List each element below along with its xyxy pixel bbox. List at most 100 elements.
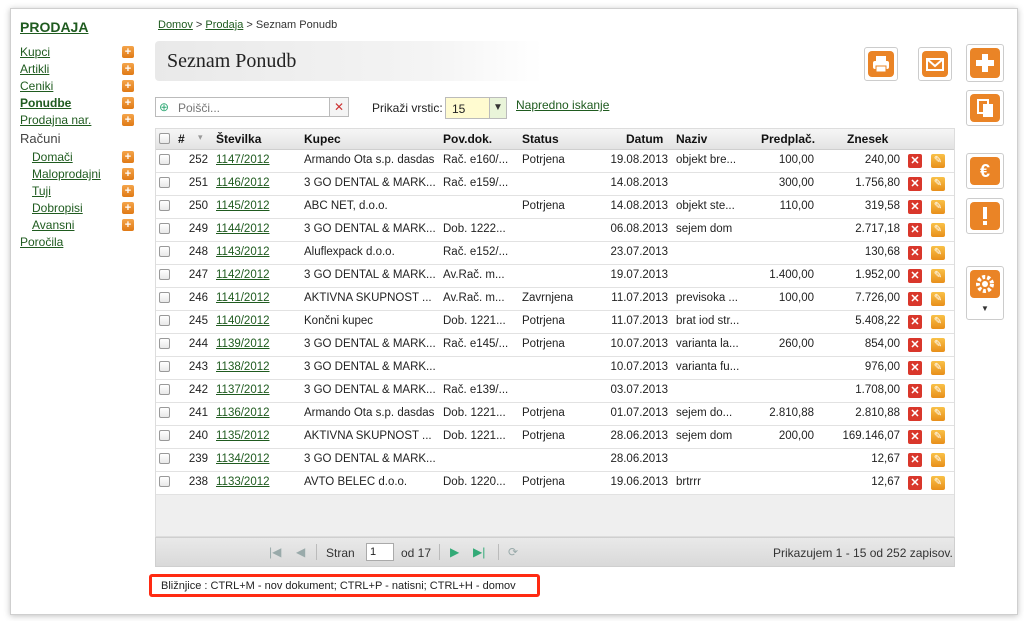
delete-icon[interactable]: ✕ xyxy=(908,154,922,168)
prev-page-icon[interactable]: ◀ xyxy=(296,545,305,559)
cell-stevilka[interactable]: 1141/2012 xyxy=(216,292,296,304)
sidebar-item-ponudbe[interactable]: Ponudbe + xyxy=(20,96,145,113)
delete-icon[interactable]: ✕ xyxy=(908,223,922,237)
sidebar-item-label[interactable]: Kupci xyxy=(20,45,50,59)
delete-icon[interactable]: ✕ xyxy=(908,200,922,214)
delete-icon[interactable]: ✕ xyxy=(908,177,922,191)
cell-stevilka[interactable]: 1136/2012 xyxy=(216,407,296,419)
select-all-checkbox[interactable] xyxy=(159,133,170,144)
edit-icon[interactable]: ✎ xyxy=(931,177,945,191)
sidebar-item-label[interactable]: Ceniki xyxy=(20,79,53,93)
edit-icon[interactable]: ✎ xyxy=(931,154,945,168)
rows-per-page-select[interactable]: 15 ▼ xyxy=(445,97,507,119)
edit-icon[interactable]: ✎ xyxy=(931,407,945,421)
row-checkbox[interactable] xyxy=(159,407,170,418)
delete-icon[interactable]: ✕ xyxy=(908,338,922,352)
sidebar-item-label[interactable]: Tuji xyxy=(32,184,51,198)
add-icon[interactable]: + xyxy=(122,151,134,163)
cell-stevilka[interactable]: 1135/2012 xyxy=(216,430,296,442)
table-row[interactable]: 252 1147/2012 Armando Ota s.p. dasdas Rač. … xyxy=(156,150,954,173)
row-checkbox[interactable] xyxy=(159,269,170,280)
edit-icon[interactable]: ✎ xyxy=(931,338,945,352)
last-page-icon[interactable]: ▶| xyxy=(473,545,485,559)
refresh-icon[interactable]: ⟳ xyxy=(508,545,518,559)
table-row[interactable]: 240 1135/2012 AKTIVNA SKUPNOST ... Dob. 122… xyxy=(156,426,954,449)
cell-stevilka[interactable]: 1133/2012 xyxy=(216,476,296,488)
add-icon[interactable]: + xyxy=(122,97,134,109)
table-row[interactable]: 239 1134/2012 3 GO DENTAL & MARK... 28.06.2… xyxy=(156,449,954,472)
row-checkbox[interactable] xyxy=(159,200,170,211)
warning-button[interactable] xyxy=(966,198,1004,234)
delete-icon[interactable]: ✕ xyxy=(908,246,922,260)
table-row[interactable]: 249 1144/2012 3 GO DENTAL & MARK... Dob. 12… xyxy=(156,219,954,242)
euro-button[interactable]: € xyxy=(966,153,1004,189)
delete-icon[interactable]: ✕ xyxy=(908,315,922,329)
add-icon[interactable]: + xyxy=(122,114,134,126)
edit-icon[interactable]: ✎ xyxy=(931,476,945,490)
add-icon[interactable]: + xyxy=(122,185,134,197)
edit-icon[interactable]: ✎ xyxy=(931,200,945,214)
cell-stevilka[interactable]: 1138/2012 xyxy=(216,361,296,373)
table-row[interactable]: 246 1141/2012 AKTIVNA SKUPNOST ... Av.Rač. … xyxy=(156,288,954,311)
row-checkbox[interactable] xyxy=(159,246,170,257)
next-page-icon[interactable]: ▶ xyxy=(450,545,459,559)
row-checkbox[interactable] xyxy=(159,154,170,165)
table-row[interactable]: 238 1133/2012 AVTO BELEC d.o.o. Dob. 1220..… xyxy=(156,472,954,495)
sidebar-title[interactable]: PRODAJA xyxy=(20,19,145,35)
mail-button[interactable] xyxy=(918,47,952,81)
add-icon[interactable]: + xyxy=(122,63,134,75)
first-page-icon[interactable]: |◀ xyxy=(269,545,281,559)
sidebar-item-artikli[interactable]: Artikli + xyxy=(20,62,145,79)
row-checkbox[interactable] xyxy=(159,338,170,349)
cell-stevilka[interactable]: 1144/2012 xyxy=(216,223,296,235)
page-input[interactable]: 1 xyxy=(366,543,394,561)
sidebar-item-domaci[interactable]: Domači + xyxy=(20,150,145,167)
chevron-down-icon[interactable]: ▼ xyxy=(981,304,989,313)
delete-icon[interactable]: ✕ xyxy=(908,430,922,444)
row-checkbox[interactable] xyxy=(159,177,170,188)
edit-icon[interactable]: ✎ xyxy=(931,430,945,444)
table-row[interactable]: 247 1142/2012 3 GO DENTAL & MARK... Av.Rač.… xyxy=(156,265,954,288)
column-header-datum[interactable]: Datum xyxy=(626,132,663,146)
edit-icon[interactable]: ✎ xyxy=(931,269,945,283)
column-header-znesek[interactable]: Znesek xyxy=(847,132,888,146)
sidebar-item-label[interactable]: Avansni xyxy=(32,218,74,232)
advanced-search-link[interactable]: Napredno iskanje xyxy=(516,98,609,112)
cell-stevilka[interactable]: 1142/2012 xyxy=(216,269,296,281)
sidebar-item-prodajna-nar[interactable]: Prodajna nar. + xyxy=(20,113,145,130)
delete-icon[interactable]: ✕ xyxy=(908,476,922,490)
column-header-number[interactable]: # xyxy=(178,132,185,146)
table-row[interactable]: 250 1145/2012 ABC NET, d.o.o. Potrjena 14.08… xyxy=(156,196,954,219)
edit-icon[interactable]: ✎ xyxy=(931,315,945,329)
row-checkbox[interactable] xyxy=(159,223,170,234)
cell-stevilka[interactable]: 1143/2012 xyxy=(216,246,296,258)
sidebar-item-avansni[interactable]: Avansni + xyxy=(20,218,145,235)
row-checkbox[interactable] xyxy=(159,315,170,326)
row-checkbox[interactable] xyxy=(159,292,170,303)
delete-icon[interactable]: ✕ xyxy=(908,453,922,467)
delete-icon[interactable]: ✕ xyxy=(908,384,922,398)
clear-search-button[interactable]: ✕ xyxy=(329,97,349,117)
print-button[interactable] xyxy=(864,47,898,81)
sidebar-item-label[interactable]: Dobropisi xyxy=(32,201,83,215)
table-row[interactable]: 242 1137/2012 3 GO DENTAL & MARK... Rač. e1… xyxy=(156,380,954,403)
add-icon[interactable]: + xyxy=(122,80,134,92)
row-checkbox[interactable] xyxy=(159,430,170,441)
breadcrumb-home[interactable]: Domov xyxy=(158,19,193,31)
column-header-predplac[interactable]: Predplač. xyxy=(761,132,815,146)
cell-stevilka[interactable]: 1145/2012 xyxy=(216,200,296,212)
sidebar-item-label[interactable]: Artikli xyxy=(20,62,49,76)
add-icon[interactable]: + xyxy=(122,168,134,180)
search-input[interactable] xyxy=(176,100,320,116)
sidebar-item-maloprodajni[interactable]: Maloprodajni + xyxy=(20,167,145,184)
add-icon[interactable]: + xyxy=(122,46,134,58)
column-header-status[interactable]: Status xyxy=(522,132,559,146)
edit-icon[interactable]: ✎ xyxy=(931,384,945,398)
settings-button[interactable]: ▼ xyxy=(966,266,1004,320)
edit-icon[interactable]: ✎ xyxy=(931,292,945,306)
row-checkbox[interactable] xyxy=(159,476,170,487)
cell-stevilka[interactable]: 1147/2012 xyxy=(216,154,296,166)
sidebar-item-label[interactable]: Maloprodajni xyxy=(32,167,101,181)
copy-button[interactable] xyxy=(966,90,1004,126)
sidebar-item-tuji[interactable]: Tuji + xyxy=(20,184,145,201)
